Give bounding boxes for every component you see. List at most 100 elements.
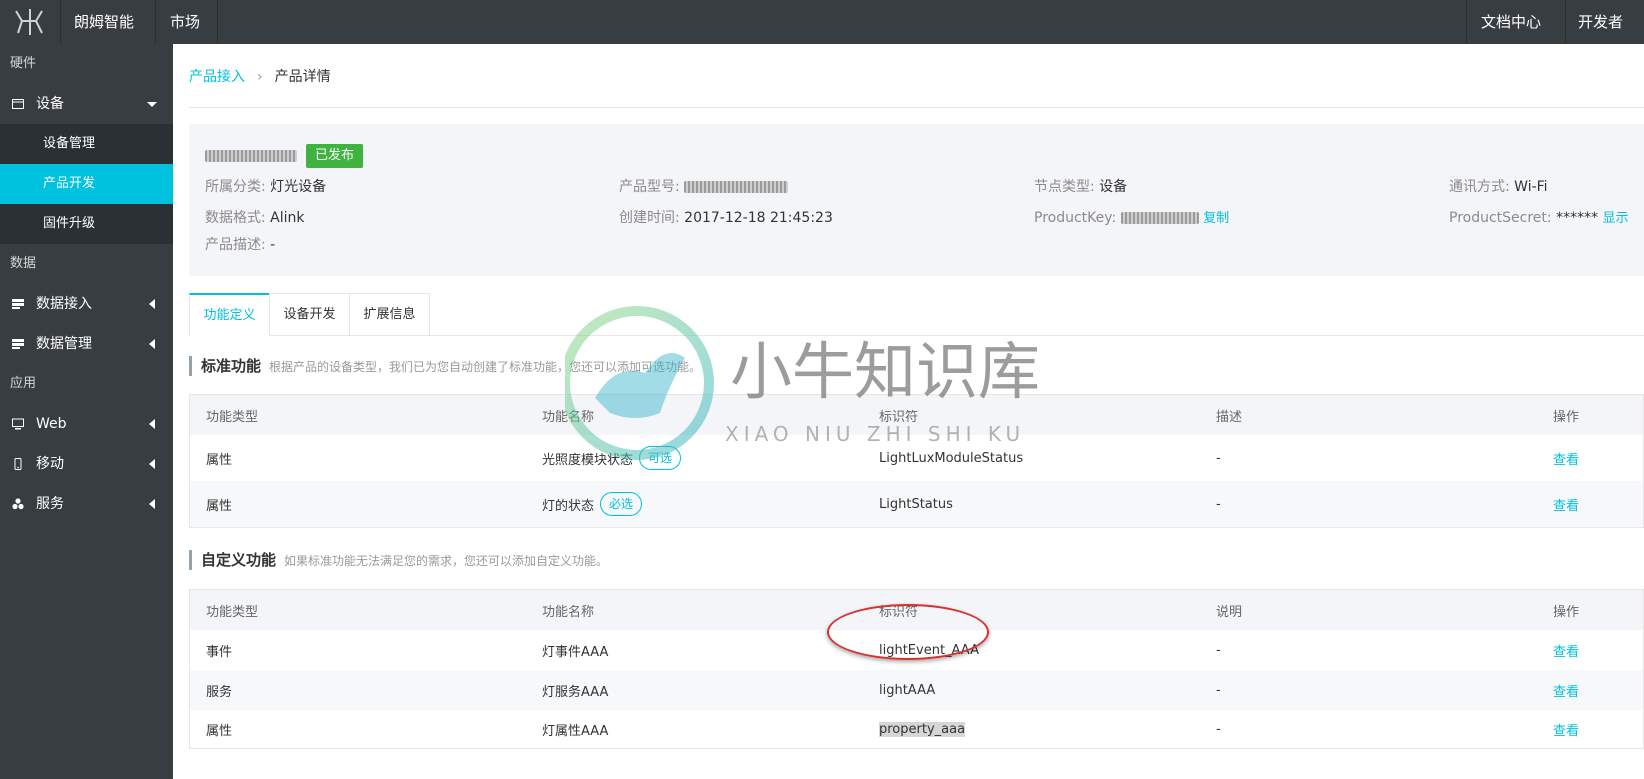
top-navbar: 朗姆智能 市场 文档中心 开发者社区: [0, 0, 1644, 69]
annotation-oval: [827, 604, 989, 660]
table-header: 功能类型 功能名称 标识符 描述 操作: [190, 395, 1643, 435]
docs-label: 文档中心: [1481, 13, 1542, 31]
org-switcher[interactable]: 朗姆智能: [60, 0, 156, 69]
community-link[interactable]: 开发者社区: [1566, 0, 1644, 44]
sidebar-sub-firmware[interactable]: 固件升级: [0, 204, 173, 244]
field-created: 创建时间: 2017-12-18 21:45:23: [619, 210, 833, 226]
sidebar-item-label: Web: [36, 416, 67, 432]
table-row: 服务 灯服务AAA lightAAA - 查看: [190, 670, 1643, 710]
table-row: 属性 光照度模块状态 可选 LightLuxModuleStatus - 查看: [190, 435, 1643, 481]
cell-desc: -: [1216, 642, 1221, 658]
cell-desc: -: [1216, 450, 1221, 466]
chevron-down-icon: [147, 102, 157, 107]
standard-functions-table: 功能类型 功能名称 标识符 描述 操作 属性 光照度模块状态 可选 LightLu…: [189, 394, 1644, 528]
chevron-left-icon: [149, 499, 155, 509]
column-header: 描述: [1216, 409, 1243, 425]
redacted-product-key: [1120, 212, 1199, 224]
sidebar-section-app: 应用: [0, 364, 173, 404]
field-product-key: ProductKey: 复制: [1034, 210, 1230, 226]
cell-desc: -: [1216, 721, 1221, 737]
column-header: 功能名称: [542, 604, 595, 620]
sidebar-item-label: 服务: [36, 496, 64, 512]
sidebar-section-data: 数据: [0, 244, 173, 284]
divider: [189, 107, 1644, 108]
sidebar-sub-device-management[interactable]: 设备管理: [0, 124, 173, 164]
required-tag: 必选: [600, 492, 643, 516]
sidebar-item-label: 数据接入: [36, 296, 92, 312]
view-link[interactable]: 查看: [1553, 670, 1579, 710]
cell-type: 服务: [206, 684, 233, 700]
sidebar-item-label: 设备: [36, 96, 64, 112]
section-title-custom: 自定义功能 如果标准功能无法满足您的需求，您还可以添加自定义功能。: [189, 550, 608, 570]
sidebar-sub-product-dev[interactable]: 产品开发: [0, 164, 173, 204]
breadcrumb-current: 产品详情: [274, 69, 331, 85]
product-info-panel: 已发布 所属分类: 灯光设备 产品型号: 节点类型: 设备 通讯方式: Wi-F…: [189, 124, 1644, 276]
cell-type: 属性: [206, 452, 233, 468]
docs-menu[interactable]: 文档中心: [1466, 0, 1566, 69]
market-label: 市场: [170, 13, 201, 31]
window-icon: [12, 99, 24, 109]
sidebar-item-label: 数据管理: [36, 336, 92, 352]
cell-name: 灯属性AAA: [542, 723, 609, 739]
table-row: 属性 灯的状态 必选 LightStatus - 查看: [190, 481, 1643, 527]
sidebar-item-device[interactable]: 设备: [0, 84, 173, 124]
sidebar-item-data-management[interactable]: 数据管理: [0, 324, 173, 364]
chevron-left-icon: [149, 339, 155, 349]
chevron-left-icon: [149, 459, 155, 469]
column-header: 功能类型: [206, 604, 259, 620]
logo[interactable]: [0, 0, 61, 44]
cell-type: 属性: [206, 498, 233, 514]
field-model: 产品型号:: [619, 176, 789, 196]
tab-function-definition[interactable]: 功能定义: [189, 293, 270, 336]
column-header: 说明: [1216, 604, 1243, 620]
redacted-model: [684, 181, 789, 193]
view-link[interactable]: 查看: [1553, 481, 1579, 527]
field-comm-method: 通讯方式: Wi-Fi: [1449, 179, 1548, 195]
cell-identifier: LightStatus: [879, 496, 953, 512]
column-header: 功能名称: [542, 409, 595, 425]
phone-icon: [14, 458, 22, 470]
main-content: 产品接入 › 产品详情 已发布 所属分类: 灯光设备 产品型号: 节点类型: 设备 …: [189, 44, 1644, 779]
cell-identifier: lightAAA: [879, 682, 936, 698]
field-node-type: 节点类型: 设备: [1034, 179, 1128, 195]
cubes-icon: [12, 498, 24, 510]
section-hint: 如果标准功能无法满足您的需求，您还可以添加自定义功能。: [284, 554, 609, 568]
view-link[interactable]: 查看: [1553, 710, 1579, 748]
table-row: 属性 灯属性AAA property_aaa - 查看: [190, 710, 1643, 748]
tab-device-development[interactable]: 设备开发: [269, 293, 350, 335]
cell-type: 事件: [206, 644, 233, 660]
column-header: 功能类型: [206, 409, 259, 425]
show-secret-link[interactable]: 显示: [1603, 211, 1629, 226]
breadcrumb-link-product-access[interactable]: 产品接入: [189, 69, 245, 85]
sidebar-item-data-access[interactable]: 数据接入: [0, 284, 173, 324]
field-data-format: 数据格式: Alink: [205, 210, 305, 226]
org-label: 朗姆智能: [74, 13, 135, 31]
optional-tag: 可选: [639, 446, 682, 470]
cell-name: 灯事件AAA: [542, 644, 609, 660]
cell-identifier: property_aaa: [879, 710, 966, 748]
tab-extension-info[interactable]: 扩展信息: [349, 293, 430, 335]
column-header: 标识符: [879, 409, 919, 425]
sidebar-item-web[interactable]: Web: [0, 404, 173, 444]
community-label: 开发者社区: [1578, 13, 1624, 31]
cell-desc: -: [1216, 682, 1221, 698]
breadcrumb: 产品接入 › 产品详情: [189, 66, 331, 86]
cell-desc: -: [1216, 496, 1221, 512]
copy-link[interactable]: 复制: [1203, 211, 1229, 226]
redacted-product-name: [205, 150, 297, 162]
list-icon: [12, 299, 24, 309]
sidebar-item-label: 移动: [36, 456, 64, 472]
view-link[interactable]: 查看: [1553, 630, 1579, 670]
highlighted-text: property_aaa: [879, 721, 966, 737]
status-badge: 已发布: [306, 144, 364, 168]
cell-name: 灯服务AAA: [542, 684, 609, 700]
tab-bar: 功能定义 设备开发 扩展信息: [189, 293, 1644, 336]
sidebar-section-hardware: 硬件: [0, 44, 173, 84]
market-link[interactable]: 市场: [156, 0, 218, 44]
view-link[interactable]: 查看: [1553, 435, 1579, 481]
sidebar-item-service[interactable]: 服务: [0, 484, 173, 524]
field-category: 所属分类: 灯光设备: [205, 179, 327, 195]
chevron-left-icon: [149, 299, 155, 309]
sidebar-item-mobile[interactable]: 移动: [0, 444, 173, 484]
field-description: 产品描述: -: [205, 237, 276, 253]
